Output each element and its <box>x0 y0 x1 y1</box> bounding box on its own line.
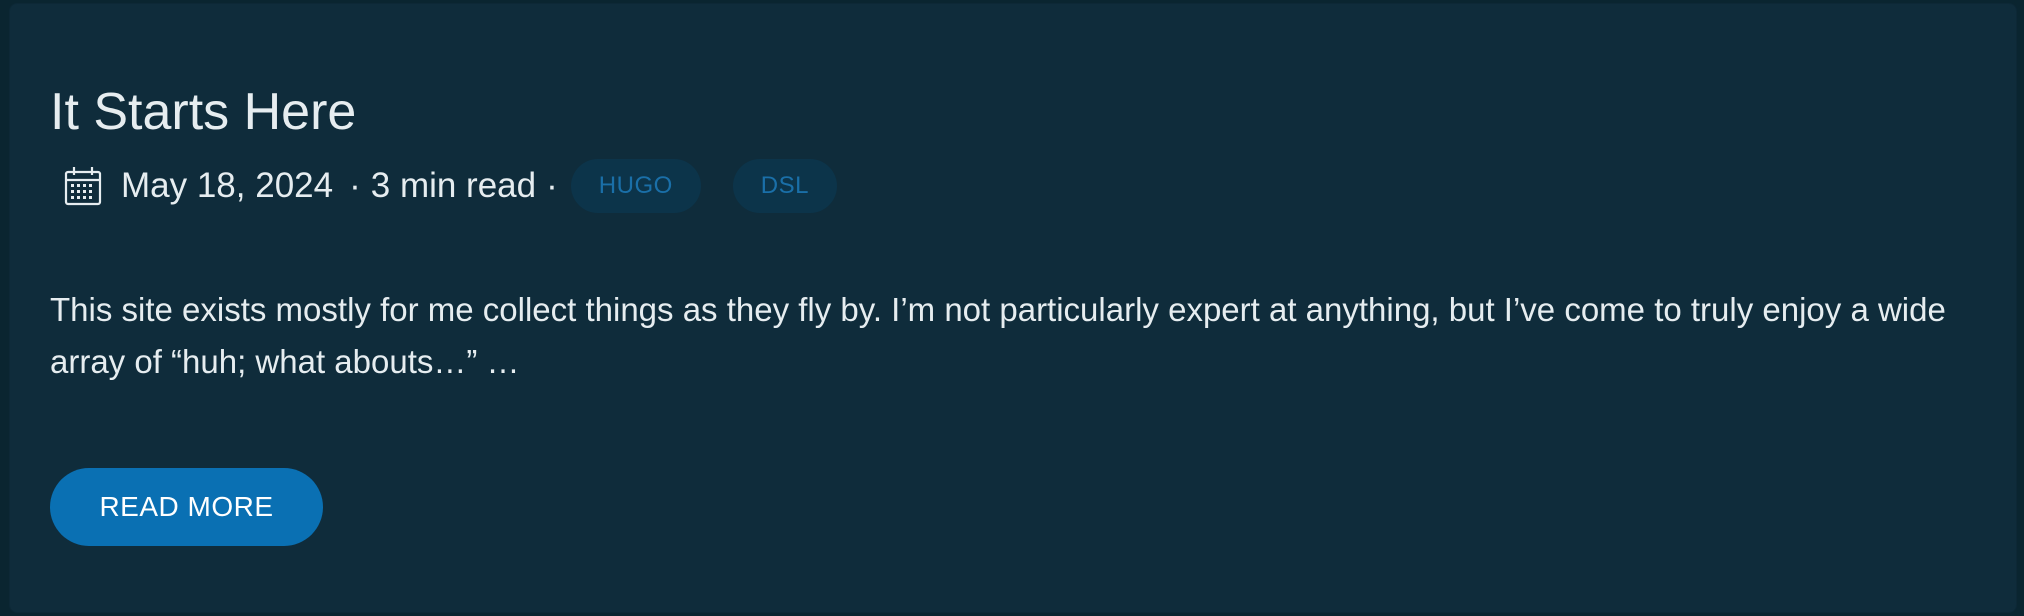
post-date: May 18, 2024 <box>121 166 334 205</box>
post-title[interactable]: It Starts Here <box>50 80 356 144</box>
post-meta: May 18, 2024 · 3 min read · HUGO DSL <box>50 158 837 214</box>
calendar-icon <box>61 164 105 208</box>
post-excerpt: This site exists mostly for me collect t… <box>50 291 1946 380</box>
reading-time: 3 min read <box>370 166 537 205</box>
meta-separator: · <box>349 166 361 205</box>
read-more-button[interactable]: READ MORE <box>50 468 323 546</box>
meta-separator: · <box>546 166 558 205</box>
post-card: It Starts Here May 18, 2024 · 3 min read… <box>9 3 2017 613</box>
tag-dsl[interactable]: DSL <box>732 159 837 213</box>
tag-hugo[interactable]: HUGO <box>570 159 701 213</box>
